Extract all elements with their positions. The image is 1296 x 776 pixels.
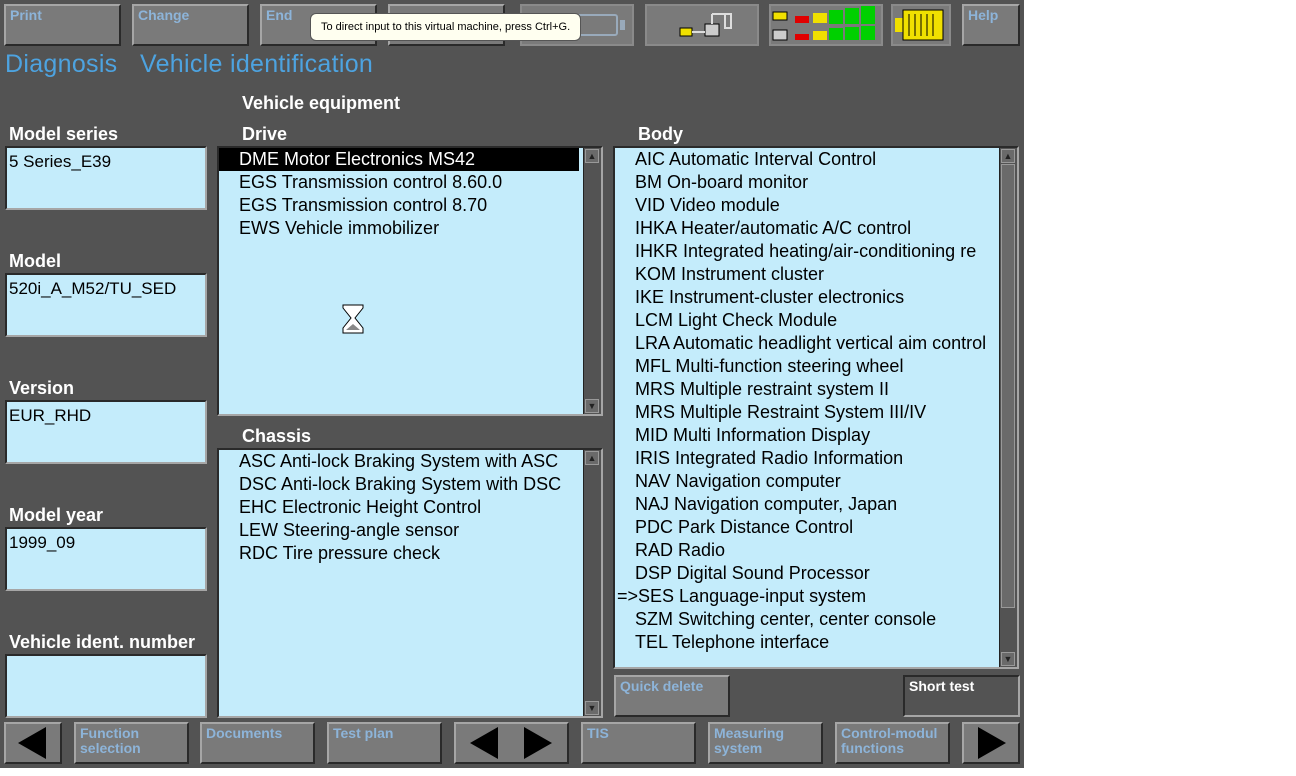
- help-label: Help: [968, 7, 999, 23]
- connector-status: [891, 4, 951, 46]
- quick-delete-button[interactable]: Quick delete: [614, 675, 730, 717]
- function-selection-label: Function selection: [80, 725, 141, 756]
- list-item[interactable]: BM On-board monitor: [615, 171, 995, 194]
- equipment-heading: Vehicle equipment: [242, 93, 401, 113]
- arrow-left-icon: [18, 727, 46, 759]
- page-title: Vehicle identification: [140, 50, 374, 78]
- end-label: End: [266, 7, 293, 23]
- back-button[interactable]: [4, 722, 62, 764]
- arrow-right-icon: [524, 727, 552, 759]
- list-item-current[interactable]: =>SES Language-input system: [615, 585, 995, 608]
- scroll-thumb[interactable]: [1001, 164, 1015, 608]
- list-item[interactable]: IHKR Integrated heating/air-conditioning…: [615, 240, 995, 263]
- model-label: Model: [9, 251, 61, 271]
- scroll-down-icon[interactable]: ▼: [585, 701, 599, 715]
- list-item[interactable]: VID Video module: [615, 194, 995, 217]
- list-item[interactable]: EHC Electronic Height Control: [219, 496, 601, 519]
- page-nav-button[interactable]: [454, 722, 569, 764]
- function-selection-button[interactable]: Function selection: [74, 722, 189, 764]
- test-plan-label: Test plan: [333, 725, 394, 741]
- arrow-left-icon: [470, 727, 498, 759]
- control-module-functions-button[interactable]: Control-modul functions: [835, 722, 950, 764]
- change-button[interactable]: Change: [132, 4, 249, 46]
- list-item[interactable]: LRA Automatic headlight vertical aim con…: [615, 332, 995, 355]
- vin-field[interactable]: [5, 654, 207, 718]
- list-item[interactable]: MID Multi Information Display: [615, 424, 995, 447]
- connector-icon: [895, 9, 944, 41]
- test-plan-button[interactable]: Test plan: [327, 722, 442, 764]
- forward-button[interactable]: [962, 722, 1020, 764]
- list-item[interactable]: DME Motor Electronics MS42: [219, 148, 579, 171]
- short-test-button[interactable]: Short test: [903, 675, 1020, 717]
- control-module-functions-label: Control-modul functions: [841, 725, 938, 756]
- body-list[interactable]: AIC Automatic Interval Control BM On-boa…: [613, 146, 1019, 669]
- vin-label: Vehicle ident. number: [9, 632, 196, 652]
- signal-bars-icon: [772, 6, 875, 41]
- documents-label: Documents: [206, 725, 283, 741]
- list-item[interactable]: LCM Light Check Module: [615, 309, 995, 332]
- list-item[interactable]: EWS Vehicle immobilizer: [219, 217, 601, 240]
- list-item[interactable]: DSP Digital Sound Processor: [615, 562, 995, 585]
- arrow-right-icon: [978, 727, 1006, 759]
- documents-button[interactable]: Documents: [200, 722, 315, 764]
- drive-scrollbar[interactable]: ▲ ▼: [583, 148, 601, 414]
- tis-label: TIS: [587, 725, 609, 741]
- network-status: [645, 4, 759, 46]
- list-item[interactable]: MFL Multi-function steering wheel: [615, 355, 995, 378]
- tis-button[interactable]: TIS: [581, 722, 696, 764]
- list-item[interactable]: AIC Automatic Interval Control: [615, 148, 995, 171]
- short-test-label: Short test: [909, 678, 975, 694]
- list-item[interactable]: TEL Telephone interface: [615, 631, 995, 654]
- scroll-up-icon[interactable]: ▲: [585, 149, 599, 163]
- scroll-down-icon[interactable]: ▼: [585, 399, 599, 413]
- list-item[interactable]: EGS Transmission control 8.60.0: [219, 171, 601, 194]
- list-item[interactable]: EGS Transmission control 8.70: [219, 194, 601, 217]
- drive-list[interactable]: DME Motor Electronics MS42 EGS Transmiss…: [217, 146, 603, 416]
- list-item[interactable]: DSC Anti-lock Braking System with DSC: [219, 473, 579, 496]
- list-item[interactable]: KOM Instrument cluster: [615, 263, 995, 286]
- scroll-up-icon[interactable]: ▲: [1001, 149, 1015, 163]
- list-item[interactable]: IHKA Heater/automatic A/C control: [615, 217, 995, 240]
- list-item[interactable]: LEW Steering-angle sensor: [219, 519, 601, 542]
- model-field[interactable]: 520i_A_M52/TU_SED: [5, 273, 207, 337]
- list-item[interactable]: MRS Multiple restraint system II: [615, 378, 995, 401]
- help-button[interactable]: Help: [962, 4, 1020, 46]
- scroll-down-icon[interactable]: ▼: [1001, 652, 1015, 666]
- list-item[interactable]: IRIS Integrated Radio Information: [615, 447, 995, 470]
- print-label: Print: [10, 7, 42, 23]
- model-series-field[interactable]: 5 Series_E39: [5, 146, 207, 210]
- network-icon: [679, 13, 732, 37]
- chassis-list[interactable]: ASC Anti-lock Braking System with ASC DS…: [217, 448, 603, 718]
- version-label: Version: [9, 378, 75, 398]
- list-item[interactable]: SZM Switching center, center console: [615, 608, 995, 631]
- list-item[interactable]: RAD Radio: [615, 539, 995, 562]
- section-title: Diagnosis: [5, 50, 118, 78]
- list-item[interactable]: ASC Anti-lock Braking System with ASC: [219, 450, 579, 473]
- list-item[interactable]: NAJ Navigation computer, Japan: [615, 493, 995, 516]
- scroll-up-icon[interactable]: ▲: [585, 451, 599, 465]
- vm-input-tooltip: To direct input to this virtual machine,…: [310, 13, 582, 41]
- list-item[interactable]: NAV Navigation computer: [615, 470, 995, 493]
- model-year-field[interactable]: 1999_09: [5, 527, 207, 591]
- list-item[interactable]: PDC Park Distance Control: [615, 516, 995, 539]
- hourglass-icon: [342, 304, 364, 334]
- app-window: Print Change End Help To direct input to…: [0, 0, 1024, 768]
- signal-status: [769, 4, 883, 46]
- chassis-label: Chassis: [242, 426, 312, 446]
- change-label: Change: [138, 7, 190, 23]
- model-series-label: Model series: [9, 124, 119, 144]
- chassis-scrollbar[interactable]: ▲ ▼: [583, 450, 601, 716]
- body-scrollbar[interactable]: ▲ ▼: [999, 148, 1017, 667]
- print-button[interactable]: Print: [4, 4, 121, 46]
- list-item[interactable]: IKE Instrument-cluster electronics: [615, 286, 995, 309]
- quick-delete-label: Quick delete: [620, 678, 704, 694]
- list-item[interactable]: RDC Tire pressure check: [219, 542, 601, 565]
- body-label: Body: [638, 124, 683, 144]
- measuring-system-button[interactable]: Measuring system: [708, 722, 823, 764]
- model-year-label: Model year: [9, 505, 104, 525]
- drive-label: Drive: [242, 124, 288, 144]
- list-item[interactable]: MRS Multiple Restraint System III/IV: [615, 401, 995, 424]
- version-field[interactable]: EUR_RHD: [5, 400, 207, 464]
- measuring-system-label: Measuring system: [714, 725, 785, 756]
